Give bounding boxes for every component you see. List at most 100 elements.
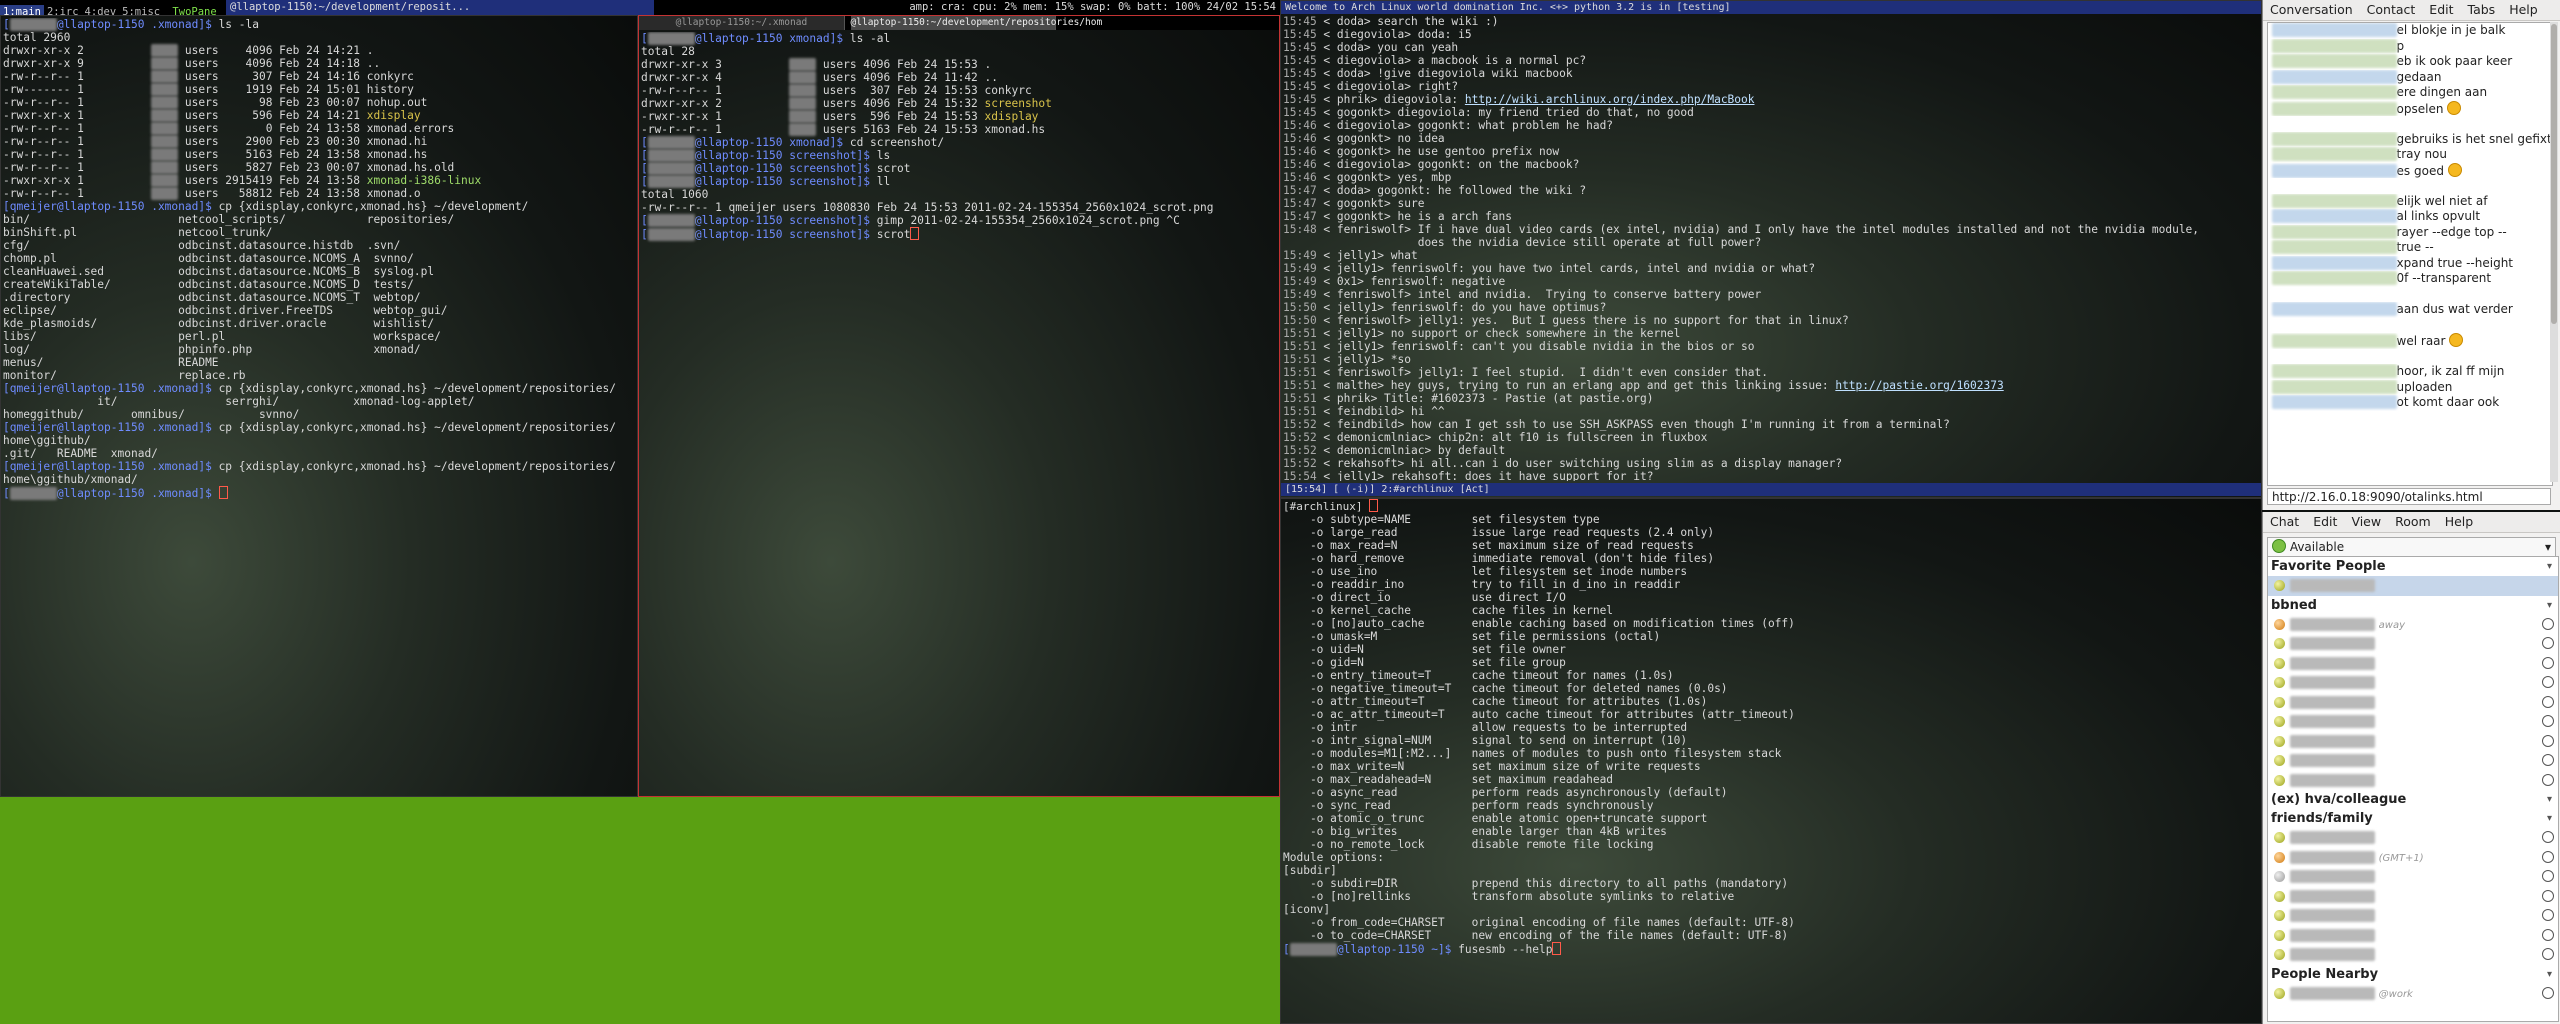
workspace-list: 1:main 2:irc 4:dev 5:misc	[0, 5, 163, 15]
buddy-group[interactable]: (ex) hva/colleague ▾	[2268, 790, 2558, 809]
status-selector[interactable]: Available ▾	[2267, 537, 2556, 557]
menu-help[interactable]: Help	[2438, 512, 2481, 532]
available-status-icon	[2272, 539, 2286, 553]
smiley-icon	[2447, 100, 2462, 115]
buddy-row[interactable]: xxxxxxxxxxxxx	[2268, 751, 2558, 771]
menu-view[interactable]: View	[2344, 512, 2388, 532]
menu-edit[interactable]: Edit	[2422, 0, 2460, 20]
message-input[interactable]: http://2.16.0.18:9090/otalinks.html	[2267, 488, 2551, 505]
conversation-history[interactable]: xxxxxxxxxxxxxxxxx el blokje in je balkxx…	[2267, 22, 2553, 486]
scrollbar-thumb[interactable]	[2551, 24, 2557, 324]
terminal-tab-2[interactable]: @llaptop-1150:~/development/repositories…	[850, 16, 1102, 30]
workspace-2[interactable]: 2:irc	[44, 5, 82, 15]
workspace-3[interactable]: 4:dev	[82, 5, 120, 15]
buddy-row[interactable]: xxxxxxxxxxxxx	[2268, 693, 2558, 713]
message-text: gedaan	[2396, 69, 2442, 84]
layout-indicator[interactable]: TwoPane	[169, 5, 219, 15]
buddy-status-icon	[2274, 929, 2285, 941]
chat-line: xxxxxxxxxxxxxxxxx true --	[2268, 240, 2552, 256]
message-text: es goed	[2396, 163, 2444, 178]
workspace-1[interactable]: 1:main	[0, 5, 44, 15]
buddy-group[interactable]: bbned ▾	[2268, 596, 2558, 615]
chevron-down-icon[interactable]: ▾	[2547, 809, 2552, 828]
menu-conversation[interactable]: Conversation	[2263, 0, 2360, 20]
buddy-row[interactable]: xxxxxxxxxxxxx	[2268, 732, 2558, 752]
irc-message: 15:47 < gogonkt> sure	[1283, 197, 1425, 210]
irc-client[interactable]: Welcome to Arch Linux world domination I…	[1280, 0, 2262, 498]
buddy-row[interactable]: xxxxxxxxxxxxx	[2268, 867, 2558, 887]
buddy-list[interactable]: Favorite People▾xxxxxxxxxxxxxbbned▾xxxxx…	[2267, 556, 2559, 1022]
menu-edit[interactable]: Edit	[2306, 512, 2344, 532]
buddy-name: xxxxxxxxxxxxx	[2290, 734, 2375, 748]
buddy-group[interactable]: friends/family ▾	[2268, 809, 2558, 828]
protocol-icon	[2542, 695, 2554, 708]
buddy-row[interactable]: xxxxxxxxxxxxx	[2268, 654, 2558, 674]
buddy-list-window[interactable]: Chat Edit View Room Help Available ▾ Favorit…	[2262, 512, 2560, 1024]
sender-name: xxxxxxxxxxxxxxxxx	[2272, 395, 2397, 409]
buddy-row[interactable]: xxxxxxxxxxxxx	[2268, 771, 2558, 791]
irc-message: 15:49 < jelly1> what	[1283, 249, 1418, 262]
irc-message: 15:50 < jelly1> fenriswolf: do you have …	[1283, 301, 1607, 314]
sender-name: xxxxxxxxxxxxxxxxx	[2272, 54, 2397, 68]
menu-chat[interactable]: Chat	[2263, 512, 2306, 532]
irc-message: 15:52 < demonicmlniac> by default	[1283, 444, 1506, 457]
terminal-line: [xxxxxxx@llaptop-1150 screenshot]$ ll	[641, 175, 891, 188]
irc-message: 15:51 < jelly1> no support or check some…	[1283, 327, 1681, 340]
terminal-line: -rw-r--r-- 1 xxxx users 307 Feb 24 14:16…	[3, 70, 414, 83]
buddy-row[interactable]: xxxxxxxxxxxxx	[2268, 945, 2558, 965]
sender-name: xxxxxxxxxxxxxxxxx	[2272, 379, 2397, 394]
chat-line	[2268, 349, 2552, 365]
menu-help[interactable]: Help	[2502, 0, 2545, 20]
terminal-line: drwxr-xr-x 2 xxxx users 4096 Feb 24 14:2…	[3, 44, 374, 57]
chevron-down-icon[interactable]: ▾	[2547, 557, 2552, 576]
terminal-bottom-right[interactable]: [#archlinux] -o subtype=NAME set filesys…	[1280, 498, 2262, 1024]
chat-line	[2268, 318, 2552, 334]
terminal-line: [xxxxxxx@llaptop-1150 ~]$ fusesmb --help	[1283, 942, 2259, 956]
protocol-icon	[2542, 637, 2554, 649]
terminal-left[interactable]: [xxxxxxx@llaptop-1150 .xmonad]$ ls -lato…	[0, 15, 638, 797]
buddy-name: xxxxxxxxxxxxx	[2290, 695, 2375, 709]
terminal-line: -o [no]rellinks transform absolute symli…	[1283, 890, 1735, 903]
terminal-line: cfg/ odbcinst.datasource.histdb .svn/	[3, 239, 401, 252]
buddy-row[interactable]: xxxxxxxxxxxxx	[2268, 906, 2558, 926]
buddy-row[interactable]: xxxxxxxxxxxxx	[2268, 673, 2558, 693]
buddy-group[interactable]: People Nearby ▾	[2268, 965, 2558, 984]
buddy-row[interactable]: xxxxxxxxxxxxx	[2268, 887, 2558, 907]
group-name: (ex) hva/colleague	[2271, 792, 2407, 807]
buddy-row[interactable]: xxxxxxxxxxxxxaway	[2268, 615, 2558, 635]
terminal-bottom-output[interactable]: -o subtype=NAME set filesystem type -o l…	[1283, 513, 2259, 1021]
terminal-left-output[interactable]: [xxxxxxx@llaptop-1150 .xmonad]$ ls -lato…	[3, 18, 635, 794]
irc-message: 15:45 < doda> you can yeah	[1283, 41, 1459, 54]
chevron-down-icon[interactable]: ▾	[2547, 790, 2552, 809]
buddy-row[interactable]: xxxxxxxxxxxxx	[2268, 828, 2558, 848]
menu-contact[interactable]: Contact	[2360, 0, 2423, 20]
buddy-row[interactable]: xxxxxxxxxxxxx	[2268, 634, 2558, 654]
terminal-line: -o subtype=NAME set filesystem type	[1283, 513, 1600, 526]
sender-name: xxxxxxxxxxxxxxxxx	[2272, 193, 2397, 208]
terminal-tab-1[interactable]: @llaptop-1150:~/.xmonad	[639, 16, 845, 30]
conversation-scrollbar[interactable]	[2550, 22, 2558, 482]
chevron-down-icon[interactable]: ▾	[2547, 596, 2552, 615]
buddy-row[interactable]: xxxxxxxxxxxxx	[2268, 926, 2558, 946]
protocol-icon	[2542, 734, 2554, 747]
buddy-group[interactable]: Favorite People ▾	[2268, 557, 2558, 576]
irc-message: 15:52 < demonicmlniac> chip2n: alt f10 i…	[1283, 431, 1708, 444]
menu-tabs[interactable]: Tabs	[2461, 0, 2503, 20]
chat-line: xxxxxxxxxxxxxxxxx rayer --edge top --	[2268, 224, 2552, 241]
buddy-row[interactable]: xxxxxxxxxxxxx	[2268, 576, 2558, 596]
irc-input-line[interactable]: [#archlinux]	[1281, 499, 2261, 513]
buddy-row[interactable]: xxxxxxxxxxxxx(GMT+1)	[2268, 848, 2558, 868]
buddy-row[interactable]: xxxxxxxxxxxxx@work	[2268, 984, 2558, 1004]
conversation-window[interactable]: ConversationContactEditTabsHelp xxxxxxxx…	[2262, 0, 2560, 510]
sender-name: xxxxxxxxxxxxxxxxx	[2272, 240, 2397, 254]
terminal-middle[interactable]: @llaptop-1150:~/.xmonad @llaptop-1150:~/…	[638, 15, 1280, 797]
chevron-down-icon[interactable]: ▾	[2547, 965, 2552, 984]
buddy-row[interactable]: xxxxxxxxxxxxx	[2268, 712, 2558, 732]
irc-message: 15:48 < fenriswolf> If i have dual video…	[1283, 223, 2200, 236]
terminal-middle-output[interactable]: [xxxxxxx@llaptop-1150 xmonad]$ ls -altot…	[641, 32, 1277, 794]
workspace-4[interactable]: 5:misc	[119, 5, 163, 15]
menu-room[interactable]: Room	[2388, 512, 2438, 532]
terminal-line: [qmeijer@llaptop-1150 .xmonad]$ cp {xdis…	[3, 382, 616, 395]
irc-input-prompt[interactable]: [#archlinux]	[1283, 500, 1369, 513]
terminal-line: Module options:	[1283, 851, 1385, 864]
